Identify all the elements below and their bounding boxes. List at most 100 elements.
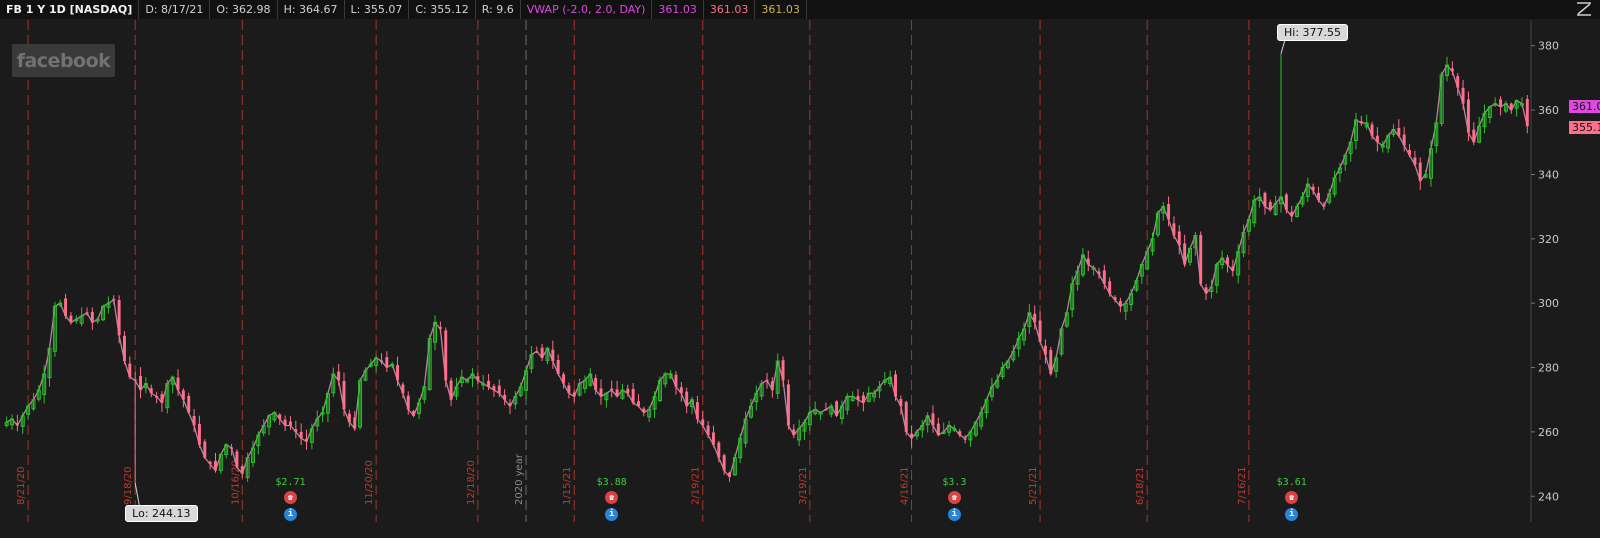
candle-body-100 [540, 347, 544, 358]
candle-body-142 [765, 379, 769, 382]
candle-body-113 [610, 388, 614, 391]
event-marker-2[interactable]: $3.3 ☎ i [934, 477, 974, 521]
candle-body-253 [1359, 121, 1363, 123]
candle-body-129 [695, 402, 699, 420]
candle-body-111 [599, 388, 603, 397]
candle-body-116 [626, 388, 630, 394]
candle-body-127 [685, 391, 689, 407]
candle-body-73 [396, 365, 400, 381]
x-tick-label-0: 8/21/20 [16, 466, 27, 505]
x-tick-label-11: 6/18/21 [1135, 466, 1146, 505]
x-tick-label-8: 3/19/21 [798, 466, 809, 505]
candle-body-27 [149, 388, 153, 394]
candle-body-206 [1108, 281, 1112, 294]
candle-body-217 [1167, 204, 1171, 220]
x-tick-label-12: 7/16/21 [1237, 466, 1248, 505]
candle-body-155 [835, 401, 839, 416]
candle-body-102 [551, 349, 555, 362]
candle-body-195 [1049, 349, 1053, 374]
candle-body-143 [770, 381, 774, 391]
candle-body-52 [283, 419, 287, 426]
last-price-tag: 355.1 [1569, 120, 1600, 134]
candle-body-169 [910, 433, 914, 439]
candle-body-263 [1413, 157, 1417, 165]
facebook-logo-watermark: facebook [12, 44, 115, 77]
candle-body-192 [1033, 313, 1037, 323]
y-tick-label-280: 280 [1538, 362, 1559, 375]
candle-body-204 [1097, 271, 1101, 275]
candle-body-229 [1231, 266, 1235, 271]
earnings-icon[interactable]: ☎ [1285, 491, 1299, 504]
candle-body-99 [535, 351, 539, 353]
candle-body-55 [299, 431, 303, 439]
candle-body-54 [294, 429, 298, 432]
candle-body-274 [1472, 129, 1476, 143]
candle-body-56 [305, 438, 308, 442]
price-chart[interactable]: 8/21/20 9/18/20 10/16/20 11/20/20 12/18/20 20… [0, 0, 1600, 538]
candle-body-168 [904, 401, 908, 432]
candle-body-218 [1172, 223, 1176, 236]
candle-body-153 [824, 409, 828, 411]
y-tick-label-240: 240 [1538, 490, 1559, 503]
event-info-icon[interactable]: i [1285, 508, 1299, 521]
low-callout: Lo: 244.13 [125, 504, 198, 522]
candle-body-82 [444, 330, 448, 381]
candle-body-105 [567, 385, 571, 394]
candle-body-16 [90, 311, 94, 323]
candle-body-32 [176, 377, 180, 391]
candle-body-15 [85, 312, 89, 314]
candle-body-34 [187, 395, 191, 413]
y-tick-label-340: 340 [1538, 168, 1559, 181]
candle-body-70 [380, 360, 383, 362]
candle-body-279 [1499, 99, 1503, 107]
candle-body-167 [899, 398, 903, 407]
candle-body-21 [117, 300, 121, 336]
vwap-price-tag: 361.0 [1569, 99, 1600, 113]
candle-body-208 [1118, 300, 1122, 307]
earnings-icon[interactable]: ☎ [283, 491, 297, 504]
candle-body-145 [781, 360, 785, 381]
candle-body-90 [487, 380, 491, 387]
candle-body-134 [722, 455, 726, 471]
earnings-icon[interactable]: ☎ [947, 491, 961, 504]
candle-body-119 [642, 408, 646, 413]
candle-body-75 [406, 395, 410, 410]
candle-body-256 [1375, 135, 1379, 143]
candle-body-25 [139, 375, 143, 391]
candle-body-194 [1043, 345, 1047, 355]
candle-body-228 [1226, 257, 1229, 265]
candle-body-104 [562, 374, 566, 384]
event-info-icon[interactable]: i [947, 508, 961, 521]
candle-body-37 [203, 441, 207, 458]
y-tick-label-360: 360 [1538, 104, 1559, 117]
candle-body-42 [230, 447, 234, 449]
x-tick-label-10: 5/21/21 [1028, 466, 1039, 505]
candle-body-260 [1397, 128, 1401, 136]
candle-body-39 [214, 460, 217, 471]
event-info-icon[interactable]: i [605, 508, 619, 521]
candle-body-62 [337, 371, 341, 381]
candle-body-220 [1183, 243, 1187, 265]
x-tick-label-7: 2/19/21 [691, 466, 702, 505]
candle-body-125 [674, 374, 678, 387]
event-marker-3[interactable]: $3.61 ☎ i [1272, 477, 1312, 521]
candle-body-64 [347, 413, 351, 423]
candle-body-236 [1268, 202, 1272, 210]
candle-body-65 [353, 417, 357, 429]
x-tick-label-6: 1/15/21 [562, 466, 573, 505]
candle-body-35 [192, 415, 196, 426]
x-tick-label-1: 9/18/20 [123, 466, 134, 505]
candle-body-94 [508, 403, 512, 407]
candle-body-22 [123, 335, 126, 362]
event-marker-1[interactable]: $3.88 ☎ i [592, 477, 632, 521]
event-marker-0[interactable]: $2.71 ☎ i [270, 477, 310, 521]
y-tick-label-380: 380 [1538, 40, 1559, 53]
candle-body-240 [1290, 211, 1294, 217]
candle-body-114 [615, 389, 619, 397]
candle-body-28 [155, 396, 159, 398]
event-info-icon[interactable]: i [283, 508, 297, 521]
candle-body-117 [631, 388, 635, 403]
earnings-icon[interactable]: ☎ [605, 491, 619, 504]
candle-body-20 [112, 298, 116, 301]
x-tick-label-3: 11/20/20 [364, 460, 375, 505]
